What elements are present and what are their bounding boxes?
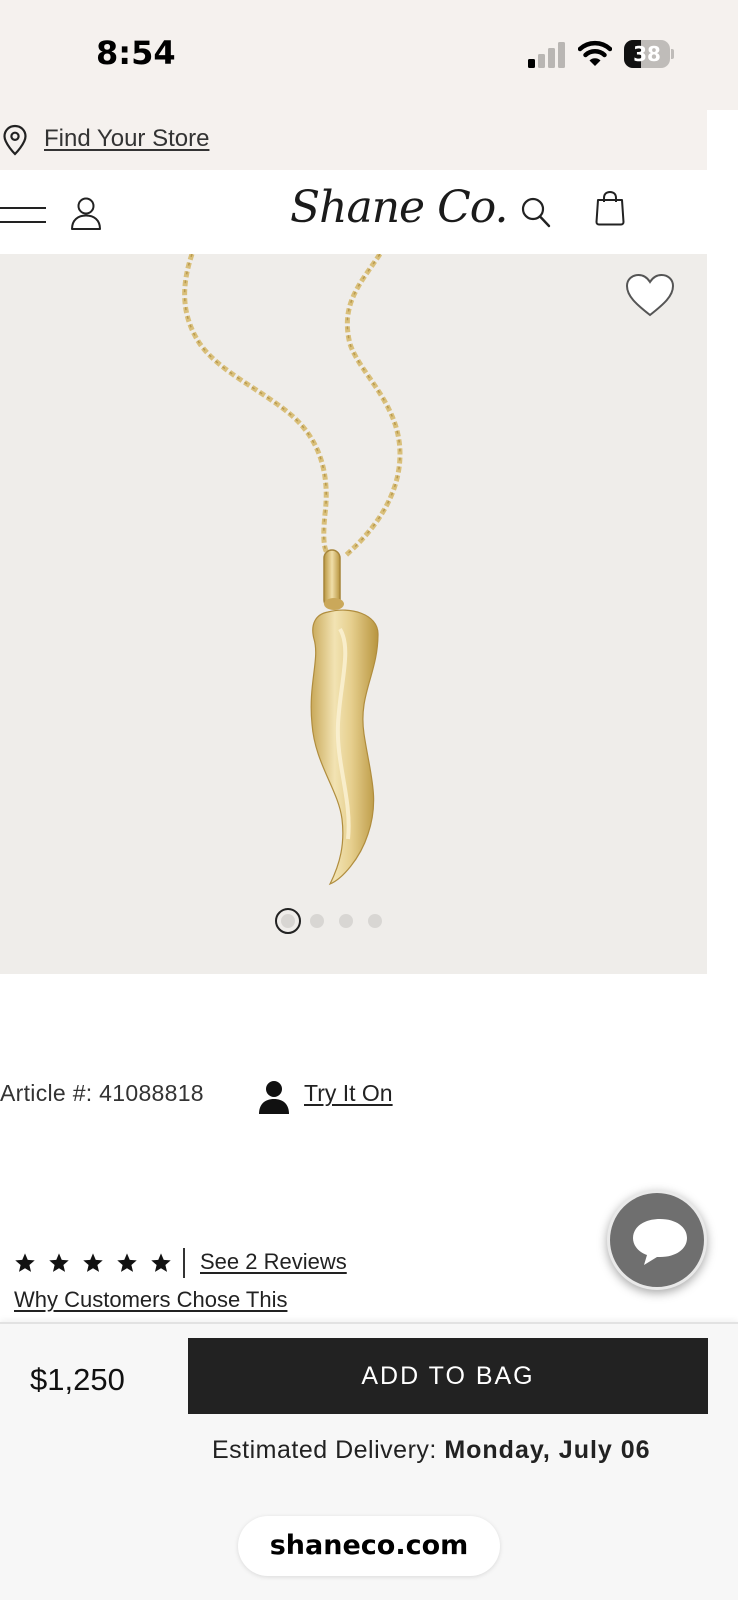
menu-icon[interactable]: [0, 206, 46, 224]
site-logo[interactable]: Shane Co.: [290, 182, 508, 233]
site-header: Shane Co.: [0, 170, 707, 254]
delivery-label: Estimated Delivery:: [212, 1436, 437, 1464]
divider: [183, 1248, 185, 1278]
chat-bubble-icon: [633, 1219, 687, 1265]
person-icon[interactable]: [258, 1080, 290, 1114]
delivery-date: Monday, July 06: [444, 1436, 651, 1464]
try-it-on-link[interactable]: Try It On: [304, 1080, 393, 1107]
star-icon: [117, 1253, 137, 1272]
wifi-icon: [578, 40, 612, 66]
estimated-delivery: Estimated Delivery: Monday, July 06: [212, 1436, 651, 1465]
favorite-heart-icon[interactable]: [624, 272, 676, 318]
shopping-bag-icon[interactable]: [594, 190, 626, 226]
battery-percent: 38: [633, 42, 661, 66]
see-reviews-link[interactable]: See 2 Reviews: [200, 1249, 347, 1275]
account-icon[interactable]: [70, 196, 102, 230]
gallery-dot-1[interactable]: [275, 908, 301, 934]
gallery-dot-2[interactable]: [310, 914, 324, 928]
find-store-link[interactable]: Find Your Store: [44, 125, 209, 153]
why-customers-chose-link[interactable]: Why Customers Chose This: [14, 1287, 287, 1313]
app-screen: 8:54 38 Find Your Store Shane Co. Articl…: [0, 0, 738, 1600]
browser-url-bar[interactable]: shaneco.com: [238, 1516, 500, 1576]
location-pin-icon[interactable]: [2, 124, 28, 156]
gallery-dot-3[interactable]: [339, 914, 353, 928]
battery-icon: 38: [624, 40, 674, 68]
gallery-dot-4[interactable]: [368, 914, 382, 928]
star-icon: [83, 1253, 103, 1272]
product-image: [182, 254, 403, 886]
store-bar: Find Your Store: [0, 110, 707, 170]
status-time: 8:54: [96, 34, 176, 72]
search-icon[interactable]: [520, 196, 552, 230]
star-icon: [151, 1253, 171, 1272]
star-icon: [15, 1253, 35, 1272]
star-rating[interactable]: [14, 1252, 184, 1274]
purchase-panel: $1,250 ADD TO BAG Estimated Delivery: Mo…: [0, 1322, 738, 1600]
chat-button[interactable]: [607, 1190, 707, 1290]
status-bar: 8:54 38: [0, 0, 738, 110]
star-icon: [49, 1253, 69, 1272]
gallery-pagination: [275, 908, 397, 934]
product-image-gallery[interactable]: [0, 254, 707, 974]
add-to-bag-button[interactable]: ADD TO BAG: [188, 1338, 708, 1414]
article-number: Article #: 41088818: [0, 1080, 204, 1106]
cellular-signal-icon: [528, 42, 565, 68]
product-price: $1,250: [30, 1362, 125, 1397]
